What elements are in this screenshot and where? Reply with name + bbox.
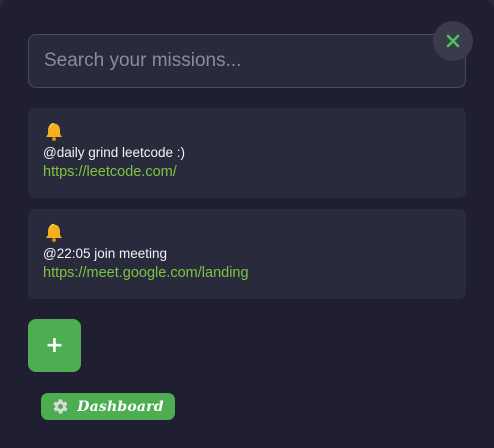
mission-link[interactable]: https://meet.google.com/landing	[43, 265, 249, 282]
mission-link[interactable]: https://leetcode.com/	[43, 164, 177, 181]
bell-icon	[46, 223, 62, 242]
close-icon	[446, 34, 460, 48]
bell-icon	[46, 122, 62, 141]
add-mission-button[interactable]: +	[28, 319, 81, 372]
missions-popup: @daily grind leetcode :) https://leetcod…	[0, 0, 494, 448]
gear-icon	[53, 399, 68, 414]
plus-icon: +	[45, 333, 64, 358]
close-button[interactable]	[433, 21, 473, 61]
dashboard-label: Dashboard	[77, 398, 164, 415]
dashboard-button[interactable]: Dashboard	[41, 393, 175, 420]
mission-card: @daily grind leetcode :) https://leetcod…	[28, 108, 466, 198]
mission-text: @22:05 join meeting	[43, 246, 168, 261]
search-input[interactable]	[28, 34, 466, 88]
mission-card: @22:05 join meeting https://meet.google.…	[28, 209, 466, 299]
mission-text: @daily grind leetcode :)	[43, 145, 186, 160]
